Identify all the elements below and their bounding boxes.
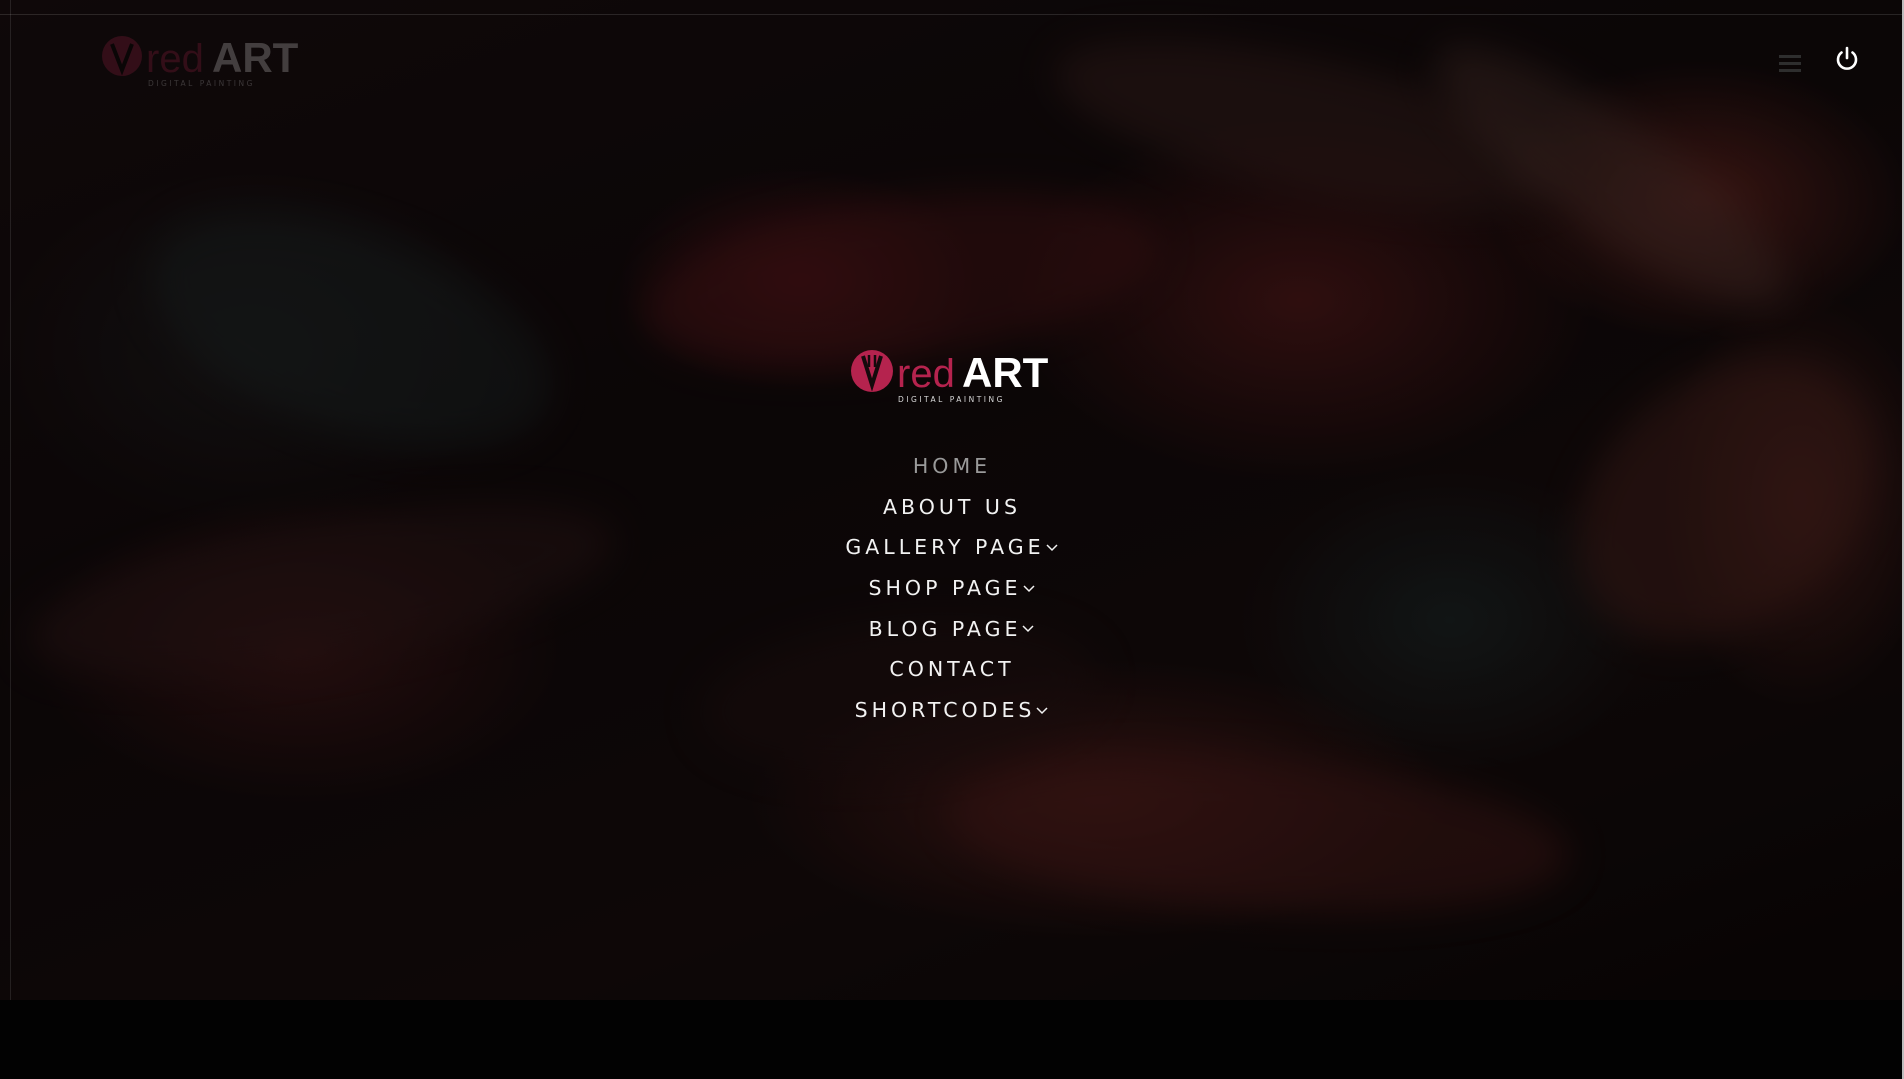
center-logo[interactable]: red ART DIGITAL PAINTING [850,345,1060,405]
main-nav: HOME ABOUT US GALLERY PAGE SHOP PAGE BLO… [752,446,1152,731]
chevron-down-icon[interactable] [1021,624,1035,634]
center-logo-tagline: DIGITAL PAINTING [898,395,1005,404]
header-logo-art: ART [212,34,299,81]
nav-link-contact[interactable]: CONTACT [889,657,1014,681]
chevron-down-icon[interactable] [1022,584,1036,594]
nav-item-shop-page[interactable]: SHOP PAGE [752,568,1152,609]
nav-item-about-us[interactable]: ABOUT US [752,487,1152,528]
nav-item-gallery-page[interactable]: GALLERY PAGE [752,527,1152,568]
nav-link-about-us[interactable]: ABOUT US [883,495,1021,519]
header-logo-tagline: DIGITAL PAINTING [148,79,255,88]
header-logo[interactable]: red ART DIGITAL PAINTING [100,30,310,90]
page: red ART DIGITAL PAINTING red ART DIGITAL… [0,0,1904,1079]
nav-item-home[interactable]: HOME [752,446,1152,487]
hamburger-menu-icon[interactable] [1779,55,1801,73]
center-logo-mark: red ART DIGITAL PAINTING [851,349,1049,404]
header-logo-mark: red ART DIGITAL PAINTING [102,34,299,88]
top-divider [0,14,1904,15]
header-logo-red: red [146,37,204,81]
nav-item-shortcodes[interactable]: SHORTCODES [752,690,1152,731]
nav-link-blog-page[interactable]: BLOG PAGE [869,617,1022,641]
left-divider [10,0,11,1000]
nav-link-shop-page[interactable]: SHOP PAGE [869,576,1022,600]
chevron-down-icon[interactable] [1045,543,1059,553]
center-logo-red: red [897,352,955,396]
bottom-band [0,1000,1904,1079]
nav-item-blog-page[interactable]: BLOG PAGE [752,609,1152,650]
center-logo-art: ART [962,349,1049,396]
chevron-down-icon[interactable] [1035,706,1049,716]
nav-item-contact[interactable]: CONTACT [752,649,1152,690]
nav-link-home[interactable]: HOME [913,454,991,478]
nav-link-gallery-page[interactable]: GALLERY PAGE [845,535,1044,559]
nav-link-shortcodes[interactable]: SHORTCODES [855,698,1036,722]
power-icon[interactable] [1833,45,1861,73]
